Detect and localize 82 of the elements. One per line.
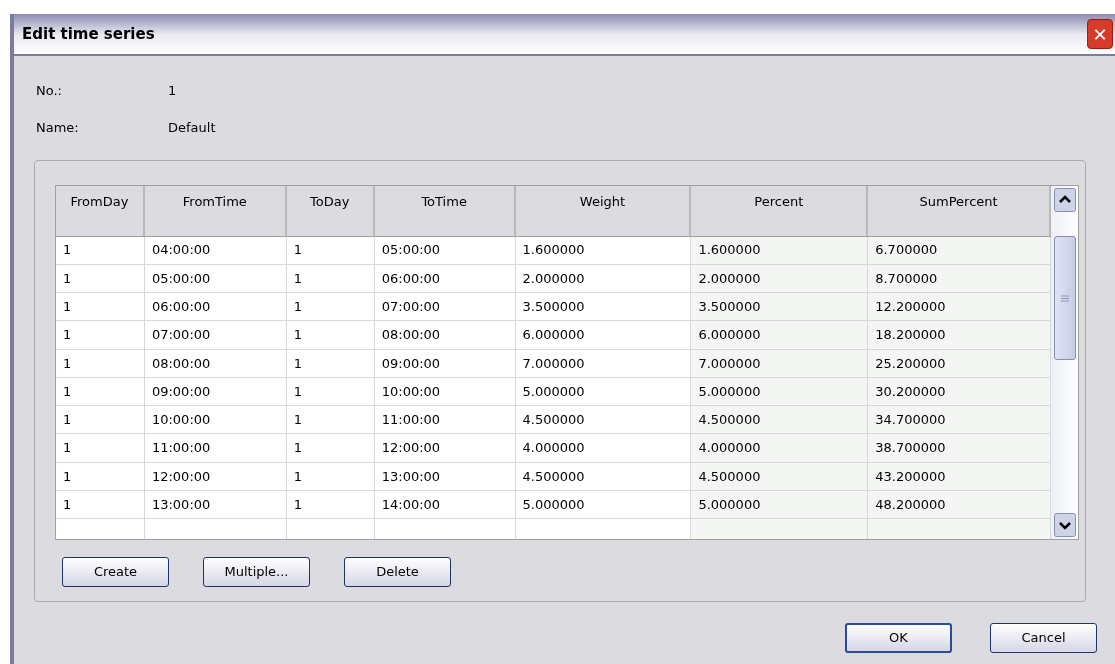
table-cell: 1 — [56, 349, 145, 377]
table-cell: 13:00:00 — [144, 490, 287, 519]
table-cell: 12:00:00 — [374, 434, 516, 462]
dialog-button[interactable]: OK — [845, 623, 952, 653]
table-cell: 08:00:00 — [374, 321, 516, 349]
table-cell: 06:00:00 — [144, 293, 287, 321]
table-cell: 5.000000 — [691, 490, 869, 519]
table-cell: 43.200000 — [868, 462, 1052, 490]
table-cell: 3.500000 — [691, 293, 869, 321]
table-cell: 4.000000 — [691, 434, 869, 462]
table-cell: 4.500000 — [691, 462, 869, 490]
table-cell: 1 — [56, 321, 145, 349]
dialog-button[interactable]: Create — [62, 557, 169, 587]
table-cell: 8.700000 — [868, 264, 1052, 293]
table-cell: 1 — [286, 434, 375, 462]
column-header[interactable]: Percent — [691, 186, 869, 236]
column-header[interactable]: ToDay — [286, 186, 375, 236]
table-cell: 08:00:00 — [144, 349, 287, 377]
table-cell: 11:00:00 — [374, 406, 516, 434]
table-cell: 1 — [286, 236, 375, 264]
table-cell: 34.700000 — [868, 406, 1052, 434]
table-cell: 1 — [56, 236, 145, 264]
table-cell: 1 — [286, 349, 375, 377]
dialog-button[interactable]: Delete — [344, 557, 451, 587]
table-cell: 1 — [286, 462, 375, 490]
table-cell: 11:00:00 — [144, 434, 287, 462]
table-cell: 30.200000 — [868, 377, 1052, 406]
scroll-thumb[interactable] — [1053, 236, 1076, 360]
table-cell: 1 — [56, 264, 145, 293]
scrollbar[interactable] — [1051, 186, 1078, 539]
table-cell: 25.200000 — [868, 349, 1052, 377]
field-value: 1 — [168, 81, 177, 100]
table-cell: 12:00:00 — [144, 462, 287, 490]
table-cell: 1 — [286, 490, 375, 519]
table-cell: 10:00:00 — [374, 377, 516, 406]
table-cell: 12.200000 — [868, 293, 1052, 321]
field-label: No.: — [36, 81, 63, 100]
table-cell: 1 — [286, 293, 375, 321]
field-label: Name: — [36, 118, 80, 137]
window-title: Edit time series — [22, 23, 155, 45]
close-button[interactable]: ✕ — [1087, 19, 1113, 49]
table-cell: 04:00:00 — [144, 236, 287, 264]
table-cell: 05:00:00 — [374, 236, 516, 264]
table-cell: 10:00:00 — [144, 406, 287, 434]
table-cell: 06:00:00 — [374, 264, 516, 293]
table-cell: 7.000000 — [691, 349, 869, 377]
table-cell: 6.000000 — [691, 321, 869, 349]
scroll-down-icon[interactable] — [1053, 513, 1076, 537]
table-cell: 1 — [56, 462, 145, 490]
table-cell: 5.000000 — [691, 377, 869, 406]
table-cell: 1 — [56, 377, 145, 406]
table-cell: 07:00:00 — [144, 321, 287, 349]
grip-icon — [1060, 294, 1069, 302]
table-cell: 14:00:00 — [374, 490, 516, 519]
table-cell: 09:00:00 — [144, 377, 287, 406]
table-cell: 05:00:00 — [144, 264, 287, 293]
table-cell: 13:00:00 — [374, 462, 516, 490]
table-cell: 4.500000 — [691, 406, 869, 434]
dialog-button[interactable]: Multiple... — [203, 557, 310, 587]
table-cell: 48.200000 — [868, 490, 1052, 519]
column-header[interactable]: FromDay — [56, 186, 145, 236]
field-value: Default — [168, 118, 216, 137]
column-header[interactable]: Weight — [515, 186, 692, 236]
table-cell: 1 — [286, 406, 375, 434]
table-cell: 1 — [56, 490, 145, 519]
table-cell: 09:00:00 — [374, 349, 516, 377]
table-cell: 07:00:00 — [374, 293, 516, 321]
dialog-button[interactable]: Cancel — [990, 623, 1097, 653]
table-cell: 1 — [56, 406, 145, 434]
scroll-up-icon[interactable] — [1053, 188, 1076, 212]
table-cell: 18.200000 — [868, 321, 1052, 349]
table-cell: 6.700000 — [868, 236, 1052, 264]
table-cell: 1 — [56, 293, 145, 321]
table-cell: 2.000000 — [691, 264, 869, 293]
table-cell: 1 — [286, 377, 375, 406]
table-cell: 1.600000 — [691, 236, 869, 264]
table-cell: 1 — [56, 434, 145, 462]
table-cell: 1 — [286, 321, 375, 349]
column-header[interactable]: FromTime — [144, 186, 287, 236]
table-cell: 1 — [286, 264, 375, 293]
table-cell: 38.700000 — [868, 434, 1052, 462]
column-header[interactable]: ToTime — [374, 186, 516, 236]
